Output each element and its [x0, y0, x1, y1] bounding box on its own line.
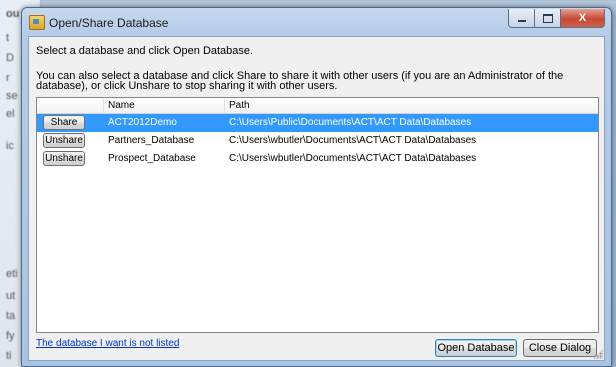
title-bar[interactable]: Open/Share Database X: [22, 8, 611, 36]
background-text: t: [6, 32, 10, 44]
grid-header: Name Path: [37, 98, 598, 114]
maximize-button[interactable]: [535, 9, 561, 28]
open-share-database-dialog: Open/Share Database X Select a database …: [21, 7, 612, 367]
table-row[interactable]: Share ACT2012Demo C:\Users\Public\Docume…: [37, 114, 598, 132]
database-name: ACT2012Demo: [108, 117, 177, 128]
instruction-text-share: You can also select a database and click…: [36, 70, 564, 92]
database-path: C:\Users\Public\Documents\ACT\ACT Data\D…: [229, 117, 472, 128]
window-title: Open/Share Database: [49, 16, 169, 30]
background-text: ti: [6, 350, 12, 362]
table-row[interactable]: Unshare Partners_Database C:\Users\wbutl…: [37, 132, 598, 150]
maximize-icon: [542, 13, 553, 23]
column-header-name[interactable]: Name: [104, 99, 225, 113]
background-text: se: [6, 90, 18, 102]
database-path: C:\Users\wbutler\Documents\ACT\ACT Data\…: [229, 153, 477, 164]
background-text: ta: [6, 310, 16, 322]
close-dialog-button[interactable]: Close Dialog: [523, 339, 597, 357]
minimize-button[interactable]: [508, 9, 535, 28]
column-header-action[interactable]: [37, 99, 104, 113]
background-text: ut: [6, 290, 16, 302]
background-text: D: [6, 52, 14, 64]
background-text: eti: [6, 268, 18, 280]
unshare-button[interactable]: Unshare: [43, 133, 85, 148]
background-text: r: [6, 72, 10, 84]
background-text: ic: [6, 140, 14, 152]
database-app-icon: [29, 15, 45, 30]
caption-buttons: X: [508, 9, 605, 28]
close-window-button[interactable]: X: [561, 9, 605, 28]
background-text: el: [6, 108, 15, 120]
background-text: ou: [6, 8, 20, 20]
unshare-button[interactable]: Unshare: [43, 151, 85, 166]
close-icon: X: [578, 12, 587, 24]
table-row[interactable]: Unshare Prospect_Database C:\Users\wbutl…: [37, 150, 598, 168]
minimize-icon: [517, 19, 526, 22]
share-button[interactable]: Share: [43, 115, 85, 130]
dialog-client-area: Select a database and click Open Databas…: [28, 36, 605, 361]
database-not-listed-link[interactable]: The database I want is not listed: [36, 338, 179, 349]
background-text: fy: [6, 330, 15, 342]
column-header-path[interactable]: Path: [225, 99, 589, 113]
database-name: Partners_Database: [108, 135, 195, 146]
open-database-button[interactable]: Open Database: [435, 339, 517, 357]
database-name: Prospect_Database: [108, 153, 196, 164]
database-path: C:\Users\wbutler\Documents\ACT\ACT Data\…: [229, 135, 477, 146]
database-grid[interactable]: Name Path Share ACT2012Demo C:\Users\Pub…: [36, 97, 599, 333]
instruction-text: Select a database and click Open Databas…: [36, 45, 254, 57]
